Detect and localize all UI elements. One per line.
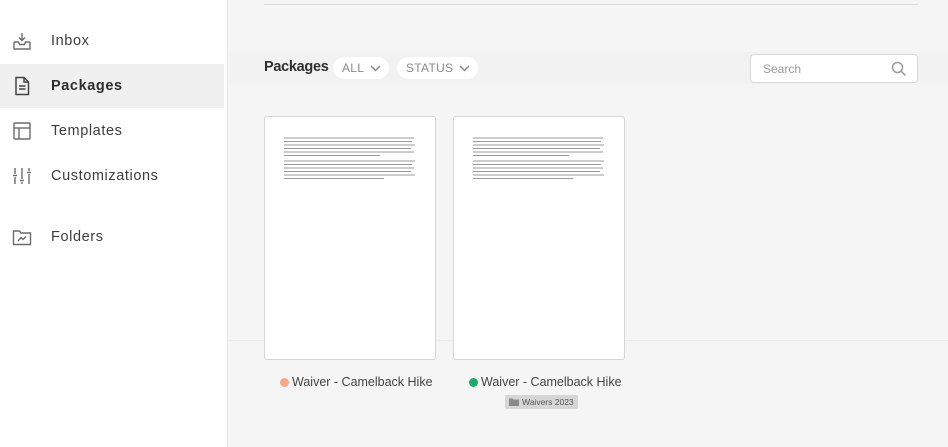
sidebar-item-label: Packages [51, 78, 123, 94]
sidebar-item-customizations[interactable]: Customizations [0, 154, 224, 198]
sidebar-item-label: Customizations [51, 168, 159, 184]
document-icon [11, 75, 33, 97]
search-input[interactable] [763, 61, 883, 77]
filter-all-dropdown[interactable]: ALL [333, 57, 390, 79]
package-title-link[interactable]: Waiver - Camelback Hike [280, 374, 433, 390]
folder-icon [509, 398, 519, 406]
chevron-down-icon [459, 64, 470, 72]
filter-label: STATUS [406, 61, 454, 75]
search-icon[interactable] [891, 61, 907, 82]
status-dot [280, 377, 289, 387]
package-card-thumbnail[interactable] [264, 116, 436, 360]
divider [264, 4, 918, 5]
sidebar-item-label: Templates [51, 123, 123, 139]
package-title-link[interactable]: Waiver - Camelback Hike [469, 374, 622, 390]
folder-tag[interactable]: Waivers 2023 [505, 395, 578, 409]
sidebar-item-label: Folders [51, 229, 104, 245]
sidebar-item-folders[interactable]: Folders [0, 215, 224, 259]
package-name: Waiver - Camelback Hike [481, 375, 622, 389]
folder-icon [11, 226, 33, 248]
filter-label: ALL [342, 61, 365, 75]
package-card-thumbnail[interactable] [453, 116, 625, 360]
folder-tag-label: Waivers 2023 [522, 397, 574, 407]
sidebar-item-templates[interactable]: Templates [0, 109, 224, 153]
sidebar-item-label: Inbox [51, 33, 90, 49]
page-title: Packages [264, 59, 329, 75]
package-name: Waiver - Camelback Hike [292, 375, 433, 389]
document-preview [473, 137, 605, 185]
filter-status-dropdown[interactable]: STATUS [397, 57, 479, 79]
inbox-icon [11, 30, 33, 52]
sidebar-item-packages[interactable]: Packages [0, 64, 224, 108]
status-dot [469, 377, 478, 387]
sidebar: Inbox Packages Templates Customizations … [0, 0, 228, 447]
search-box [750, 54, 918, 83]
template-icon [11, 120, 33, 142]
main-content: Packages ALL STATUS Search Waiver - Came… [229, 0, 948, 447]
document-preview [284, 137, 416, 185]
chevron-down-icon [370, 64, 381, 72]
sliders-icon [11, 165, 33, 187]
sidebar-item-inbox[interactable]: Inbox [0, 19, 224, 63]
